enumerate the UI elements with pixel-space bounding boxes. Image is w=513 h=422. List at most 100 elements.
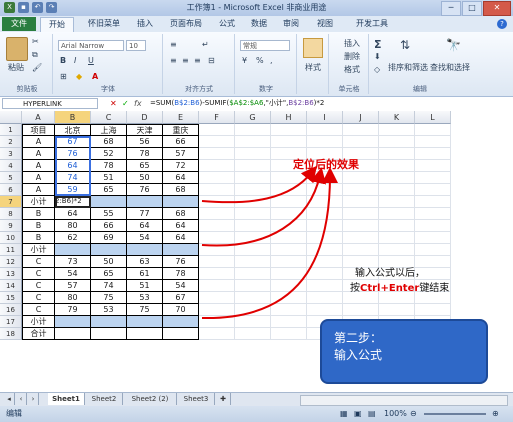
empty-cell[interactable] <box>343 244 379 256</box>
table-cell[interactable]: 73 <box>55 256 91 268</box>
table-cell[interactable] <box>127 316 163 328</box>
empty-cell[interactable] <box>415 220 451 232</box>
format-cells-button[interactable]: 格式 <box>344 64 360 75</box>
table-cell[interactable]: 北京 <box>55 124 91 136</box>
empty-cell[interactable] <box>307 136 343 148</box>
table-cell[interactable]: 小计 <box>22 244 55 256</box>
empty-cell[interactable] <box>271 136 307 148</box>
maximize-button[interactable]: □ <box>462 1 482 16</box>
column-header-f[interactable]: F <box>199 111 235 124</box>
empty-cell[interactable] <box>415 196 451 208</box>
table-cell[interactable]: 63 <box>127 256 163 268</box>
italic-icon[interactable]: I <box>74 56 76 65</box>
table-cell[interactable]: 80 <box>55 292 91 304</box>
find-select-icon[interactable]: 🔭 <box>446 38 461 52</box>
tab-classic-menu[interactable]: 怀旧菜单 <box>80 17 128 31</box>
table-cell[interactable] <box>127 244 163 256</box>
empty-cell[interactable] <box>199 244 235 256</box>
fill-color-icon[interactable]: ◆ <box>76 72 82 81</box>
table-cell[interactable]: 53 <box>127 292 163 304</box>
empty-cell[interactable] <box>235 328 271 340</box>
empty-cell[interactable] <box>379 172 415 184</box>
table-cell[interactable]: C <box>22 268 55 280</box>
empty-cell[interactable] <box>379 184 415 196</box>
sheet-tab-sheet2-copy[interactable]: Sheet2 (2) <box>124 393 177 405</box>
empty-cell[interactable] <box>379 124 415 136</box>
empty-cell[interactable] <box>199 172 235 184</box>
cancel-icon[interactable]: ✕ <box>110 99 117 108</box>
empty-cell[interactable] <box>235 208 271 220</box>
zoom-slider[interactable] <box>424 413 486 415</box>
empty-cell[interactable] <box>235 220 271 232</box>
table-cell[interactable] <box>91 328 127 340</box>
empty-cell[interactable] <box>307 232 343 244</box>
row-header-14[interactable]: 14 <box>0 280 22 292</box>
empty-cell[interactable] <box>271 244 307 256</box>
table-cell[interactable]: 52 <box>91 148 127 160</box>
table-cell[interactable]: 75 <box>91 292 127 304</box>
empty-cell[interactable] <box>235 256 271 268</box>
table-cell[interactable]: 66 <box>163 136 199 148</box>
table-cell[interactable]: 65 <box>91 268 127 280</box>
table-cell[interactable] <box>127 328 163 340</box>
table-cell[interactable]: 64 <box>163 220 199 232</box>
empty-cell[interactable] <box>271 196 307 208</box>
empty-cell[interactable] <box>199 280 235 292</box>
cut-icon[interactable]: ✂ <box>32 37 39 46</box>
tab-home[interactable]: 开始 <box>40 17 74 32</box>
row-header-2[interactable]: 2 <box>0 136 22 148</box>
empty-cell[interactable] <box>379 304 415 316</box>
tab-page-layout[interactable]: 页面布局 <box>162 17 210 31</box>
number-format-select[interactable]: 常规 <box>240 40 290 51</box>
table-cell[interactable]: 55 <box>91 208 127 220</box>
empty-cell[interactable] <box>199 220 235 232</box>
zoom-in-icon[interactable]: ⊕ <box>492 406 499 422</box>
empty-cell[interactable] <box>307 220 343 232</box>
empty-cell[interactable] <box>415 244 451 256</box>
table-cell[interactable]: 68 <box>91 136 127 148</box>
empty-cell[interactable] <box>415 136 451 148</box>
page-layout-view-icon[interactable]: ▣ <box>354 406 362 422</box>
table-cell[interactable]: 51 <box>91 172 127 184</box>
table-cell[interactable]: 62 <box>55 232 91 244</box>
table-cell[interactable]: A <box>22 184 55 196</box>
empty-cell[interactable] <box>343 136 379 148</box>
column-header-g[interactable]: G <box>235 111 271 124</box>
column-header-c[interactable]: C <box>91 111 127 124</box>
empty-cell[interactable] <box>199 148 235 160</box>
formula-input[interactable]: =SUM(B$2:B6)-SUMIF($A$2:$A6,"小计",B$2:B6)… <box>150 98 324 109</box>
empty-cell[interactable] <box>343 184 379 196</box>
empty-cell[interactable] <box>415 304 451 316</box>
sort-filter-button[interactable]: 排序和筛选 <box>388 62 428 73</box>
find-select-button[interactable]: 查找和选择 <box>430 62 470 73</box>
column-header-h[interactable]: H <box>271 111 307 124</box>
table-cell[interactable] <box>91 196 127 208</box>
page-break-view-icon[interactable]: ▤ <box>368 406 376 422</box>
font-name-select[interactable]: Arial Narrow <box>58 40 124 51</box>
tab-view[interactable]: 视图 <box>310 17 340 31</box>
insert-cells-button[interactable]: 插入 <box>344 38 360 49</box>
table-cell[interactable]: 56 <box>127 136 163 148</box>
empty-cell[interactable] <box>235 232 271 244</box>
table-cell[interactable]: 76 <box>127 184 163 196</box>
percent-icon[interactable]: % <box>256 56 264 65</box>
empty-cell[interactable] <box>379 232 415 244</box>
normal-view-icon[interactable]: ▦ <box>340 406 348 422</box>
empty-cell[interactable] <box>415 232 451 244</box>
column-header-l[interactable]: L <box>415 111 451 124</box>
table-cell[interactable]: A <box>22 172 55 184</box>
empty-cell[interactable] <box>415 160 451 172</box>
zoom-out-icon[interactable]: ⊖ <box>410 406 417 422</box>
table-cell[interactable] <box>55 316 91 328</box>
styles-icon[interactable] <box>303 38 323 58</box>
table-cell[interactable]: 79 <box>55 304 91 316</box>
empty-cell[interactable] <box>199 136 235 148</box>
table-cell[interactable]: B <box>22 220 55 232</box>
empty-cell[interactable] <box>235 268 271 280</box>
row-header-17[interactable]: 17 <box>0 316 22 328</box>
table-cell[interactable]: 54 <box>163 280 199 292</box>
empty-cell[interactable] <box>199 268 235 280</box>
table-cell[interactable] <box>91 316 127 328</box>
table-cell[interactable]: 合计 <box>22 328 55 340</box>
format-painter-icon[interactable]: 🖌 <box>32 63 42 72</box>
